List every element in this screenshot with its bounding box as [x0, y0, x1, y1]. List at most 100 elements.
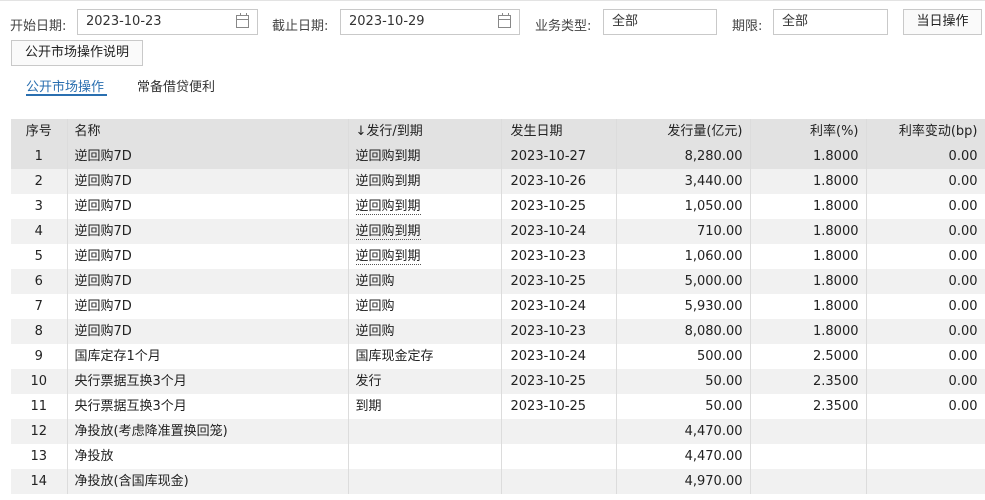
today-operation-button[interactable]: 当日操作 [903, 9, 982, 35]
cell-amount: 500.00 [616, 344, 751, 369]
cell-type: 发行 [348, 369, 502, 394]
cell-rate: 2.3500 [750, 369, 867, 394]
cell-type: 逆回购到期 [348, 169, 502, 194]
table-row[interactable]: 6 逆回购7D 逆回购 2023-10-25 5,000.00 1.8000 0… [11, 269, 985, 294]
tab-open-market[interactable]: 公开市场操作 [26, 76, 104, 95]
cell-name: 逆回购7D [67, 319, 349, 344]
cell-type[interactable]: 逆回购到期 [348, 194, 502, 219]
table-row[interactable]: 10 央行票据互换3个月 发行 2023-10-25 50.00 2.3500 … [11, 369, 985, 394]
cell-amount: 3,440.00 [616, 169, 751, 194]
end-date-input[interactable]: 2023-10-29 [340, 9, 520, 35]
cell-name: 逆回购7D [67, 219, 349, 244]
cell-rate [750, 444, 867, 469]
cell-rate [750, 469, 867, 494]
operations-table: 序号 名称 ↓发行/到期 发生日期 发行量(亿元) 利率(%) 利率变动(bp)… [11, 119, 985, 494]
cell-date: 2023-10-24 [501, 294, 617, 319]
term-label: 期限: [732, 19, 763, 34]
calendar-icon[interactable] [236, 13, 249, 28]
cell-index: 14 [11, 469, 68, 494]
cell-rate-change: 0.00 [866, 244, 985, 269]
cell-name: 逆回购7D [67, 194, 349, 219]
cell-name: 央行票据互换3个月 [67, 394, 349, 419]
cell-amount: 1,060.00 [616, 244, 751, 269]
active-tab-indicator [26, 94, 107, 96]
cell-index: 12 [11, 419, 68, 444]
cell-type: 逆回购到期 [348, 144, 502, 169]
table-row[interactable]: 14 净投放(含国库现金) 4,970.00 [11, 469, 985, 494]
cell-amount: 50.00 [616, 369, 751, 394]
table-row[interactable]: 12 净投放(考虑降准置换回笼) 4,470.00 [11, 419, 985, 444]
cell-type[interactable]: 逆回购到期 [348, 244, 502, 269]
table-row[interactable]: 2 逆回购7D 逆回购到期 2023-10-26 3,440.00 1.8000… [11, 169, 985, 194]
calendar-icon[interactable] [498, 13, 511, 28]
column-header-index[interactable]: 序号 [11, 119, 68, 144]
column-header-amount[interactable]: 发行量(亿元) [616, 119, 751, 144]
cell-index: 10 [11, 369, 68, 394]
cell-rate-change: 0.00 [866, 219, 985, 244]
start-date-label: 开始日期: [10, 19, 67, 34]
term-select[interactable]: 全部 [773, 9, 888, 35]
cell-rate-change: 0.00 [866, 194, 985, 219]
cell-name: 央行票据互换3个月 [67, 369, 349, 394]
table-row[interactable]: 8 逆回购7D 逆回购 2023-10-23 8,080.00 1.8000 0… [11, 319, 985, 344]
table-row[interactable]: 7 逆回购7D 逆回购 2023-10-24 5,930.00 1.8000 0… [11, 294, 985, 319]
operation-explanation-button[interactable]: 公开市场操作说明 [11, 40, 143, 66]
cell-type-link[interactable]: 逆回购到期 [355, 223, 421, 240]
table-row[interactable]: 13 净投放 4,470.00 [11, 444, 985, 469]
column-header-date[interactable]: 发生日期 [501, 119, 617, 144]
cell-amount: 1,050.00 [616, 194, 751, 219]
table-row[interactable]: 4 逆回购7D 逆回购到期 2023-10-24 710.00 1.8000 0… [11, 219, 985, 244]
cell-rate-change [866, 419, 985, 444]
cell-type-link[interactable]: 逆回购到期 [355, 248, 421, 265]
table-header-row: 序号 名称 ↓发行/到期 发生日期 发行量(亿元) 利率(%) 利率变动(bp) [11, 119, 985, 144]
column-header-rate-change[interactable]: 利率变动(bp) [866, 119, 985, 144]
cell-rate-change: 0.00 [866, 394, 985, 419]
table-row[interactable]: 9 国库定存1个月 国库现金定存 2023-10-24 500.00 2.500… [11, 344, 985, 369]
cell-amount: 5,930.00 [616, 294, 751, 319]
business-type-select[interactable]: 全部 [603, 9, 717, 35]
cell-amount: 50.00 [616, 394, 751, 419]
cell-name: 逆回购7D [67, 169, 349, 194]
cell-date: 2023-10-25 [501, 194, 617, 219]
tab-standing-lending[interactable]: 常备借贷便利 [137, 76, 215, 95]
cell-name: 净投放(考虑降准置换回笼) [67, 419, 349, 444]
cell-rate: 1.8000 [750, 219, 867, 244]
cell-type[interactable]: 逆回购到期 [348, 219, 502, 244]
business-type-label: 业务类型: [535, 19, 592, 34]
cell-name: 逆回购7D [67, 294, 349, 319]
cell-type-link[interactable]: 逆回购到期 [355, 198, 421, 215]
cell-name: 逆回购7D [67, 269, 349, 294]
cell-index: 8 [11, 319, 68, 344]
column-header-type[interactable]: ↓发行/到期 [348, 119, 502, 144]
end-date-value: 2023-10-29 [349, 14, 425, 29]
cell-rate-change: 0.00 [866, 144, 985, 169]
cell-rate: 1.8000 [750, 244, 867, 269]
cell-index: 11 [11, 394, 68, 419]
cell-amount: 710.00 [616, 219, 751, 244]
cell-type: 到期 [348, 394, 502, 419]
cell-name: 净投放(含国库现金) [67, 469, 349, 494]
cell-rate-change [866, 469, 985, 494]
cell-type [348, 469, 502, 494]
cell-index: 5 [11, 244, 68, 269]
column-header-name[interactable]: 名称 [67, 119, 349, 144]
table-row[interactable]: 11 央行票据互换3个月 到期 2023-10-25 50.00 2.3500 … [11, 394, 985, 419]
table-row[interactable]: 3 逆回购7D 逆回购到期 2023-10-25 1,050.00 1.8000… [11, 194, 985, 219]
cell-index: 1 [11, 144, 68, 169]
start-date-input[interactable]: 2023-10-23 [77, 9, 258, 35]
cell-type: 逆回购 [348, 319, 502, 344]
column-header-rate[interactable]: 利率(%) [750, 119, 867, 144]
cell-date [501, 419, 617, 444]
cell-index: 13 [11, 444, 68, 469]
cell-date: 2023-10-24 [501, 219, 617, 244]
cell-name: 国库定存1个月 [67, 344, 349, 369]
cell-name: 逆回购7D [67, 244, 349, 269]
cell-date: 2023-10-25 [501, 269, 617, 294]
cell-amount: 5,000.00 [616, 269, 751, 294]
table-row[interactable]: 5 逆回购7D 逆回购到期 2023-10-23 1,060.00 1.8000… [11, 244, 985, 269]
business-type-value: 全部 [612, 14, 639, 29]
cell-name: 净投放 [67, 444, 349, 469]
table-row[interactable]: 1 逆回购7D 逆回购到期 2023-10-27 8,280.00 1.8000… [11, 144, 985, 169]
cell-amount: 4,970.00 [616, 469, 751, 494]
term-value: 全部 [782, 14, 809, 29]
